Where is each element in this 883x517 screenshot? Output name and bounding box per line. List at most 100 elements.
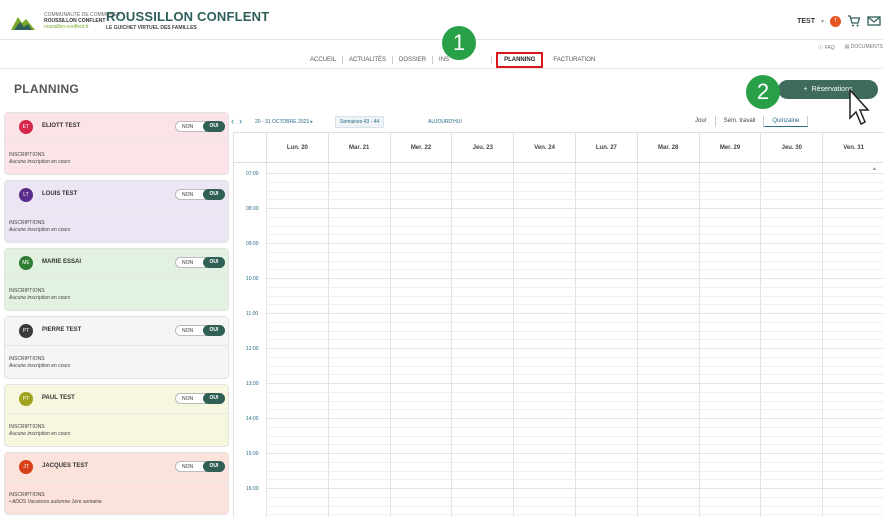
child-card[interactable]: ME MARIE ESSAI NON OUI INSCRIPTIONS Aucu… xyxy=(4,248,229,311)
child-visibility-toggle[interactable]: NON OUI xyxy=(175,121,225,132)
calendar-toolbar: ‹ › 20 - 31 OCTOBRE 2023 ▸ Semaines 43 -… xyxy=(231,112,883,132)
user-avatar[interactable]: T xyxy=(830,15,841,27)
page-title: PLANNING xyxy=(14,82,80,96)
time-slot-line xyxy=(266,488,883,489)
day-header: Jeu. 30 xyxy=(760,133,822,163)
view-quinzaine[interactable]: Quinzaine xyxy=(764,116,809,127)
view-jour[interactable]: Jour xyxy=(687,116,716,127)
toggle-non[interactable]: NON xyxy=(182,192,193,198)
hour-row: 16:00 xyxy=(234,486,883,517)
calendar-body[interactable]: ▲ 07:00 08:00 09:00 10:00 11:00 12:00 13:00 14:… xyxy=(234,163,883,517)
time-slot-line xyxy=(266,409,883,411)
child-visibility-toggle[interactable]: NON OUI xyxy=(175,189,225,200)
time-slot-line xyxy=(266,216,883,218)
next-period-button[interactable]: › xyxy=(239,116,242,126)
prev-period-button[interactable]: ‹ xyxy=(231,116,234,126)
toggle-non[interactable]: NON xyxy=(182,464,193,470)
time-slot-line xyxy=(266,505,883,507)
child-name: PIERRE TEST xyxy=(42,327,82,333)
child-avatar: PT xyxy=(19,392,33,406)
toggle-non[interactable]: NON xyxy=(182,260,193,266)
logo-icon[interactable] xyxy=(10,13,36,31)
nav-dossier[interactable]: DOSSIER xyxy=(393,56,434,64)
child-card[interactable]: JT JACQUES TEST NON OUI INSCRIPTIONS • A… xyxy=(4,452,229,515)
time-slot-line xyxy=(266,313,883,314)
child-visibility-toggle[interactable]: NON OUI xyxy=(175,325,225,336)
inscriptions-label: INSCRIPTIONS xyxy=(9,356,45,362)
child-card[interactable]: LT LOUIS TEST NON OUI INSCRIPTIONS Aucun… xyxy=(4,180,229,243)
scroll-up-icon[interactable]: ▲ xyxy=(872,166,877,172)
today-button[interactable]: AUJOURD'HUI xyxy=(428,119,462,125)
view-sem-travail[interactable]: Sem. travail xyxy=(716,116,765,127)
calendar-header: Lun. 20 Mar. 21 Mer. 22 Jeu. 23 Ven. 24 Lun. … xyxy=(234,133,883,163)
hour-label: 15:00 xyxy=(246,451,259,457)
child-card-header: ME MARIE ESSAI NON OUI xyxy=(5,249,228,275)
time-slot-line xyxy=(266,453,883,454)
time-slot-line xyxy=(266,365,883,367)
hour-row: 12:00 xyxy=(234,346,883,383)
day-header: Mer. 22 xyxy=(389,133,452,163)
mail-icon[interactable] xyxy=(867,14,881,28)
user-menu[interactable]: TEST xyxy=(797,18,815,25)
toggle-non[interactable]: NON xyxy=(182,328,193,334)
inscriptions-status: Aucune inscription en cours xyxy=(9,227,71,233)
child-card[interactable]: PT PIERRE TEST NON OUI INSCRIPTIONS Aucu… xyxy=(4,316,229,379)
inscriptions-label: INSCRIPTIONS xyxy=(9,424,45,430)
inscriptions-label: INSCRIPTIONS xyxy=(9,220,45,226)
toggle-oui[interactable]: OUI xyxy=(203,393,225,404)
child-avatar: PT xyxy=(19,324,33,338)
child-card[interactable]: PT PAUL TEST NON OUI INSCRIPTIONS Aucune… xyxy=(4,384,229,447)
hour-label: 09:00 xyxy=(246,241,259,247)
time-slot-line xyxy=(266,295,883,297)
date-range-selector[interactable]: 20 - 31 OCTOBRE 2023 ▸ xyxy=(255,119,313,125)
main-nav: ACCUEIL ACTUALITÉS DOSSIER INS PLANNING … xyxy=(0,52,883,69)
nav-accueil[interactable]: ACCUEIL xyxy=(304,56,344,64)
time-slot-line xyxy=(266,391,883,393)
child-visibility-toggle[interactable]: NON OUI xyxy=(175,257,225,268)
time-slot-line xyxy=(266,278,883,279)
app-header: COMMUNAUTÉ DE COMMUNES ROUSSILLON CONFLE… xyxy=(0,0,883,51)
time-slot-line xyxy=(266,435,883,437)
card-divider xyxy=(5,481,228,482)
nav-planning[interactable]: PLANNING xyxy=(496,52,544,68)
child-visibility-toggle[interactable]: NON OUI xyxy=(175,461,225,472)
nav-facturation[interactable]: FACTURATION xyxy=(547,56,601,64)
time-slot-line xyxy=(266,173,883,174)
child-card[interactable]: ET ELIOTT TEST NON OUI INSCRIPTIONS Aucu… xyxy=(4,112,229,175)
time-slot-line xyxy=(266,304,883,306)
toggle-non[interactable]: NON xyxy=(182,124,193,130)
toggle-oui[interactable]: OUI xyxy=(203,257,225,268)
cart-icon[interactable] xyxy=(847,14,861,28)
inscriptions-status: Aucune inscription en cours xyxy=(9,295,71,301)
faq-link[interactable]: ⓘ FAQ xyxy=(818,44,834,51)
hour-row: 11:00 xyxy=(234,311,883,348)
weeks-label[interactable]: Semaines 43 - 44 xyxy=(335,116,385,128)
toggle-oui[interactable]: OUI xyxy=(203,121,225,132)
time-slot-line xyxy=(266,243,883,244)
inscriptions-status: Aucune inscription en cours xyxy=(9,159,71,165)
toggle-non[interactable]: NON xyxy=(182,396,193,402)
child-card-header: PT PIERRE TEST NON OUI xyxy=(5,317,228,343)
toggle-oui[interactable]: OUI xyxy=(203,461,225,472)
view-switcher: Jour Sem. travail Quinzaine xyxy=(687,116,809,127)
child-visibility-toggle[interactable]: NON OUI xyxy=(175,393,225,404)
documents-link[interactable]: ▤ DOCUMENTS xyxy=(845,44,883,51)
step-badge-1: 1 xyxy=(442,26,476,60)
child-card-header: JT JACQUES TEST NON OUI xyxy=(5,453,228,479)
children-list: ET ELIOTT TEST NON OUI INSCRIPTIONS Aucu… xyxy=(4,112,229,517)
inscriptions-status: • ADOS Vacances automne 1ère semaine xyxy=(9,499,102,505)
card-divider xyxy=(5,277,228,278)
hour-label: 08:00 xyxy=(246,206,259,212)
child-name: PAUL TEST xyxy=(42,395,75,401)
toggle-oui[interactable]: OUI xyxy=(203,189,225,200)
chevron-down-icon[interactable]: ▾ xyxy=(821,18,824,25)
child-avatar: LT xyxy=(19,188,33,202)
time-slot-line xyxy=(266,225,883,227)
time-slot-line xyxy=(266,321,883,323)
time-slot-line xyxy=(266,374,883,376)
hour-row: 14:00 xyxy=(234,416,883,453)
calendar-grid[interactable]: Lun. 20 Mar. 21 Mer. 22 Jeu. 23 Ven. 24 Lun. … xyxy=(233,132,883,517)
nav-actualites[interactable]: ACTUALITÉS xyxy=(343,56,394,64)
hour-label: 13:00 xyxy=(246,381,259,387)
toggle-oui[interactable]: OUI xyxy=(203,325,225,336)
